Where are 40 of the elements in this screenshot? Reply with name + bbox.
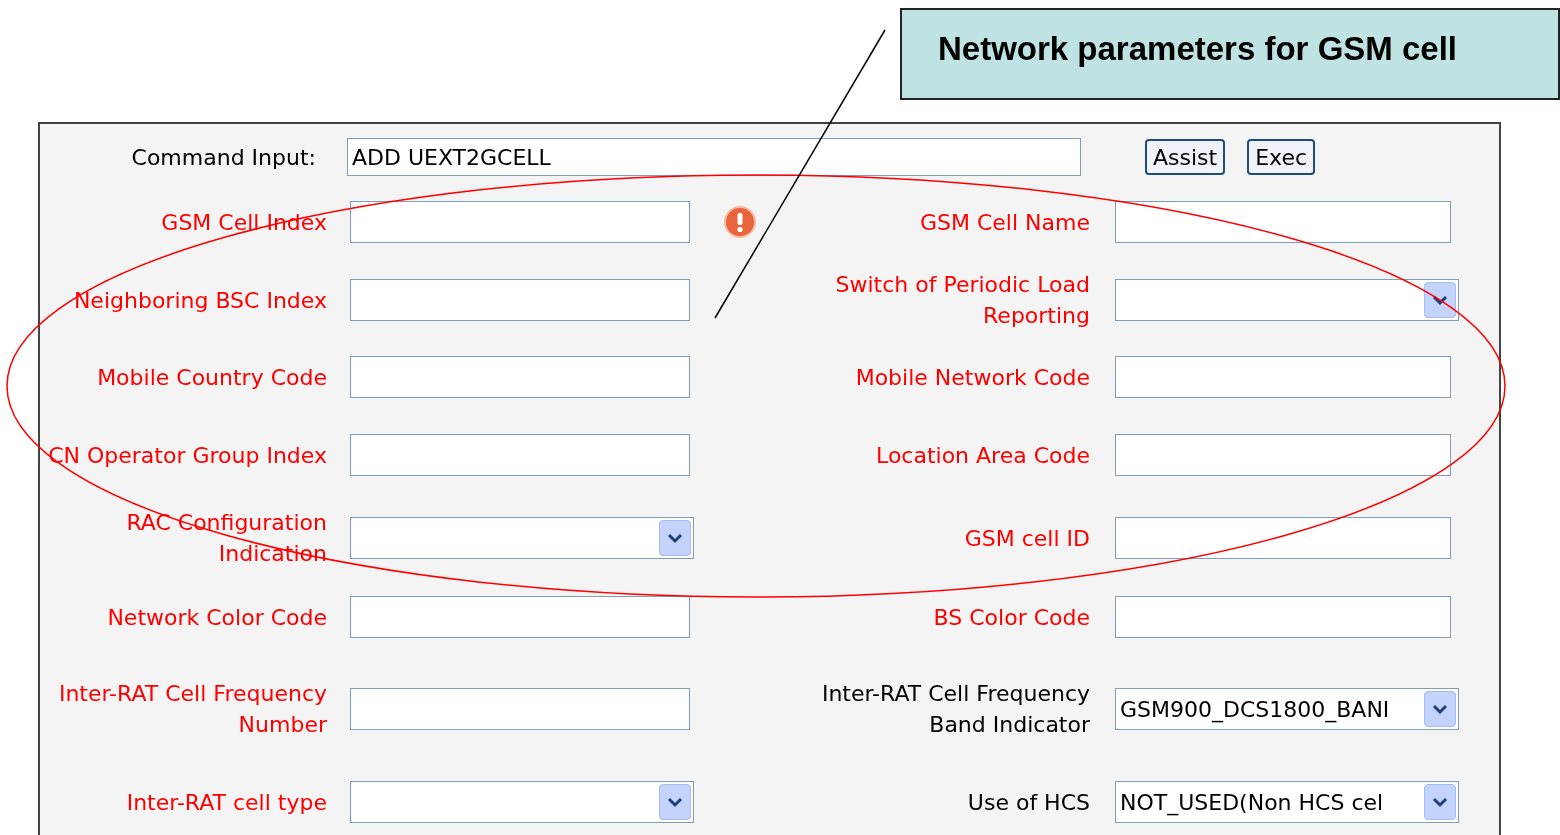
text-field[interactable] — [350, 356, 690, 398]
text-field[interactable] — [1115, 201, 1451, 243]
field-label: BS Color Code — [932, 603, 1090, 632]
field-label: Use of HCS — [966, 788, 1090, 817]
text-field[interactable] — [350, 279, 690, 321]
dropdown-field[interactable] — [350, 781, 694, 823]
text-field[interactable] — [1115, 596, 1451, 638]
text-field[interactable] — [350, 688, 690, 730]
dropdown-field[interactable]: GSM900_DCS1800_BANI — [1115, 688, 1459, 730]
field-label: CN Operator Group Index — [48, 441, 327, 470]
dropdown-field[interactable] — [350, 517, 694, 559]
command-button[interactable]: Assist — [1145, 139, 1226, 175]
callout-box: Network parameters for GSM cell — [900, 8, 1560, 100]
dropdown-field[interactable] — [1115, 279, 1459, 321]
text-field[interactable] — [1115, 356, 1451, 398]
field-label: Inter-RAT Cell Frequency Band Indicator — [820, 680, 1090, 739]
dropdown-field[interactable]: NOT_USED(Non HCS cel — [1115, 781, 1459, 823]
command-label: Command Input: — [130, 143, 317, 172]
field-label: Mobile Network Code — [854, 363, 1090, 392]
field-label: Inter-RAT Cell Frequency Number — [57, 680, 327, 739]
chevron-down-icon — [1432, 294, 1448, 306]
chevron-down-icon — [1432, 703, 1448, 715]
field-label: Inter-RAT cell type — [125, 788, 327, 817]
field-label: Network Color Code — [106, 603, 327, 632]
command-button[interactable]: Exec — [1247, 139, 1316, 175]
text-field[interactable] — [1115, 434, 1451, 476]
field-label: Switch of Periodic Load Reporting — [834, 271, 1090, 330]
text-field[interactable] — [1115, 517, 1451, 559]
text-field[interactable] — [350, 596, 690, 638]
text-field[interactable] — [350, 434, 690, 476]
field-label: GSM Cell Name — [919, 208, 1090, 237]
chevron-down-icon — [667, 796, 683, 808]
field-label: Mobile Country Code — [96, 363, 327, 392]
field-label: GSM cell ID — [963, 524, 1090, 553]
text-field[interactable] — [350, 201, 690, 243]
command-field[interactable]: ADD UEXT2GCELL — [347, 138, 1081, 176]
field-label: Location Area Code — [875, 441, 1090, 470]
chevron-down-icon — [1432, 796, 1448, 808]
field-label: Neighboring BSC Index — [72, 286, 327, 315]
chevron-down-icon — [667, 532, 683, 544]
